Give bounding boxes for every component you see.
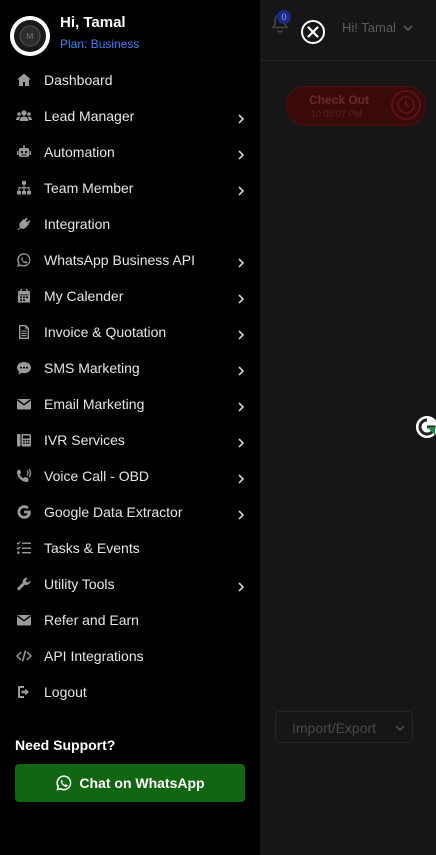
chevron-right-icon [236,471,246,484]
sidebar-item-google-data-extractor[interactable]: Google Data Extractor [0,494,260,530]
sidebar-item-refer-and-earn[interactable]: Refer and Earn [0,602,260,638]
sidebar-item-label: Refer and Earn [44,612,139,628]
checkout-time: 10:00:07 PM [311,109,363,119]
chevron-right-icon [236,399,246,412]
plan-label: Plan: Business [60,37,140,51]
sidebar-item-label: SMS Marketing [44,360,140,376]
sidebar-item-dashboard[interactable]: Dashboard [0,62,260,98]
sidebar-item-label: Dashboard [44,72,113,88]
sidebar-item-label: Lead Manager [44,108,135,124]
wrench-icon [15,575,33,593]
sidebar-item-label: Automation [44,144,115,160]
phone-wave-icon [15,467,33,485]
chat-on-whatsapp-button[interactable]: Chat on WhatsApp [15,764,245,802]
chat-on-whatsapp-label: Chat on WhatsApp [79,775,205,791]
svg-text:M: M [27,32,34,41]
sidebar-item-label: API Integrations [44,648,144,664]
document-icon [15,323,33,341]
chevron-right-icon [236,363,246,376]
sidebar-item-label: Tasks & Events [44,540,140,556]
avatar: M [10,16,50,56]
sidebar-item-lead-manager[interactable]: Lead Manager [0,98,260,134]
chevron-right-icon [236,435,246,448]
background-user-menu: Hi! Tamal [342,20,414,35]
code-icon [15,647,33,665]
import-export-select: Import/Export [275,711,413,743]
sidebar-item-logout[interactable]: Logout [0,674,260,710]
chevron-down-icon [395,725,405,732]
home-icon [15,71,33,89]
envelope-icon [15,611,33,629]
sidebar-item-tasks-events[interactable]: Tasks & Events [0,530,260,566]
sidebar-item-label: WhatsApp Business API [44,252,195,268]
sidebar-item-api-integrations[interactable]: API Integrations [0,638,260,674]
sidebar-item-invoice-quotation[interactable]: Invoice & Quotation [0,314,260,350]
logout-icon [15,683,33,701]
background-user-greeting: Hi! Tamal [342,20,396,35]
chevron-right-icon [236,183,246,196]
sidebar-item-label: Invoice & Quotation [44,324,167,340]
google-floating-icon [416,416,436,438]
sidebar-menu: Dashboard Lead Manager Automation Team M… [0,62,260,710]
sidebar-item-team-member[interactable]: Team Member [0,170,260,206]
sidebar-item-automation[interactable]: Automation [0,134,260,170]
sidebar-item-label: Logout [44,684,87,700]
checklist-icon [15,539,33,557]
sidebar-item-whatsapp-business-api[interactable]: WhatsApp Business API [0,242,260,278]
chevron-right-icon [236,507,246,520]
sidebar-item-label: Email Marketing [44,396,145,412]
sitemap-icon [15,179,33,197]
sidebar-item-label: Integration [44,216,111,232]
clock-icon [391,90,421,120]
robot-icon [15,143,33,161]
sidebar-item-email-marketing[interactable]: Email Marketing [0,386,260,422]
sidebar-item-sms-marketing[interactable]: SMS Marketing [0,350,260,386]
sidebar-item-label: Google Data Extractor [44,504,183,520]
envelope-icon [15,395,33,413]
sidebar-item-ivr-services[interactable]: IVR Services [0,422,260,458]
users-icon [15,107,33,125]
import-export-label: Import/Export [292,720,377,736]
sidebar-item-label: Utility Tools [44,576,115,592]
sidebar-item-utility-tools[interactable]: Utility Tools [0,566,260,602]
chat-bubble-icon [15,359,33,377]
sidebar-item-integration[interactable]: Integration [0,206,260,242]
notification-badge: 0 [277,10,291,24]
google-icon [15,503,33,521]
chevron-down-icon [403,24,413,31]
chevron-right-icon [236,327,246,340]
chevron-right-icon [236,291,246,304]
chevron-right-icon [236,147,246,160]
chevron-right-icon [236,579,246,592]
chevron-right-icon [236,111,246,124]
plug-icon [15,215,33,233]
calendar-icon [15,287,33,305]
sidebar-item-label: My Calender [44,288,124,304]
sidebar-item-label: IVR Services [44,432,125,448]
user-greeting: Hi, Tamal [60,14,126,31]
checkout-label: Check Out [309,93,370,107]
sidebar-item-my-calender[interactable]: My Calender [0,278,260,314]
support-title: Need Support? [15,737,116,753]
close-drawer-button[interactable] [300,19,326,45]
whatsapp-icon [15,251,33,269]
close-icon [301,20,325,44]
fax-icon [15,431,33,449]
sidebar-item-voice-call-obd[interactable]: Voice Call - OBD [0,458,260,494]
sidebar-drawer: M Hi, Tamal Plan: Business Dashboard Lea… [0,0,260,855]
whatsapp-icon [56,775,72,791]
checkout-button: Check Out 10:00:07 PM [286,86,426,126]
chevron-right-icon [236,255,246,268]
sidebar-item-label: Voice Call - OBD [44,468,150,484]
sidebar-item-label: Team Member [44,180,134,196]
